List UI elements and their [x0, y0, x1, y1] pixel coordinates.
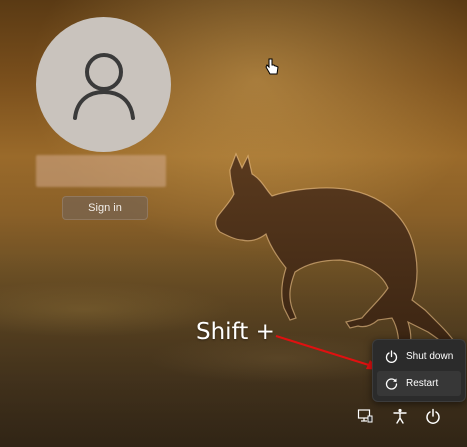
restart-label: Restart [406, 378, 439, 389]
power-menu: Shut down Restart [372, 339, 466, 402]
shut-down-menu-item[interactable]: Shut down [377, 344, 461, 369]
user-avatar [36, 17, 171, 152]
username-blurred [36, 155, 166, 187]
hand-cursor-icon [265, 58, 279, 75]
power-icon[interactable] [425, 408, 441, 424]
user-icon [72, 52, 135, 120]
shift-annotation-text: Shift + [196, 319, 275, 345]
shut-down-label: Shut down [406, 351, 454, 362]
accessibility-icon[interactable] [392, 408, 408, 424]
network-icon[interactable] [357, 408, 373, 424]
restart-menu-item[interactable]: Restart [377, 371, 461, 396]
power-icon [385, 350, 398, 363]
restart-icon [385, 377, 398, 390]
sign-in-button[interactable]: Sign in [62, 196, 148, 220]
